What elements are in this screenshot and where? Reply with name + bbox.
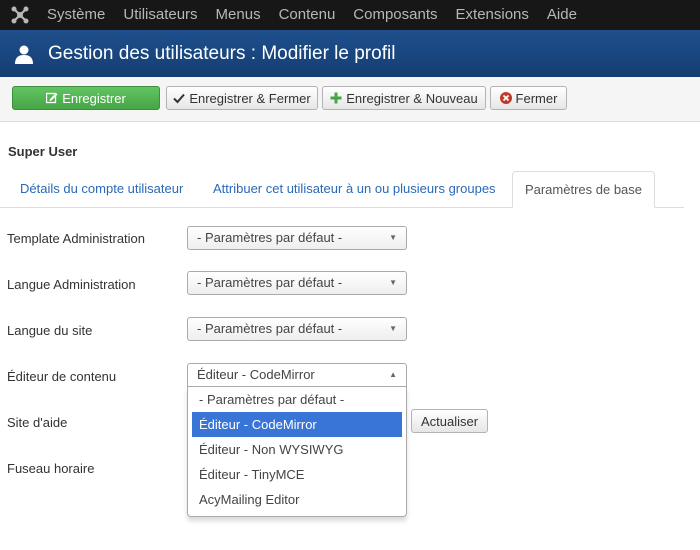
plus-icon xyxy=(330,92,342,104)
editor-value: Éditeur - CodeMirror xyxy=(197,367,315,382)
page-title: Gestion des utilisateurs : Modifier le p… xyxy=(48,42,396,64)
menu-aide[interactable]: Aide xyxy=(547,0,577,30)
editor-option[interactable]: Éditeur - Non WYSIWYG xyxy=(192,437,402,462)
update-button[interactable]: Actualiser xyxy=(411,409,488,433)
admin-language-label: Langue Administration xyxy=(7,277,136,292)
tab-basic-settings[interactable]: Paramètres de base xyxy=(512,171,655,208)
menu-composants[interactable]: Composants xyxy=(353,0,437,30)
tab-assign-groups[interactable]: Attribuer cet utilisateur à un ou plusie… xyxy=(213,171,496,207)
close-button-label: Fermer xyxy=(515,90,558,106)
editor-option[interactable]: AcyMailing Editor xyxy=(192,487,402,512)
caret-up-icon: ▲ xyxy=(389,370,397,379)
admin-language-value: - Paramètres par défaut - xyxy=(197,275,343,290)
section-title: Super User xyxy=(8,144,78,159)
caret-down-icon: ▼ xyxy=(389,278,397,287)
close-button[interactable]: Fermer xyxy=(490,86,567,110)
admin-template-label: Template Administration xyxy=(7,231,146,246)
help-site-label: Site d'aide xyxy=(7,415,68,430)
save-close-button[interactable]: Enregistrer & Fermer xyxy=(166,86,318,110)
save-new-button-label: Enregistrer & Nouveau xyxy=(346,90,478,106)
editor-option[interactable]: Éditeur - TinyMCE xyxy=(192,462,402,487)
caret-down-icon: ▼ xyxy=(389,233,397,242)
tab-bar: Détails du compte utilisateur Attribuer … xyxy=(0,171,684,208)
top-menu-bar: Système Utilisateurs Menus Contenu Compo… xyxy=(0,0,700,30)
admin-template-select[interactable]: - Paramètres par défaut - ▼ xyxy=(187,226,407,250)
joomla-logo-icon[interactable] xyxy=(0,0,40,30)
check-icon xyxy=(173,92,186,104)
admin-template-value: - Paramètres par défaut - xyxy=(197,230,343,245)
site-language-select[interactable]: - Paramètres par défaut - ▼ xyxy=(187,317,407,341)
menu-contenu[interactable]: Contenu xyxy=(279,0,336,30)
save-close-button-label: Enregistrer & Fermer xyxy=(189,90,311,106)
page-header: Gestion des utilisateurs : Modifier le p… xyxy=(0,30,700,77)
save-button-label: Enregistrer xyxy=(62,90,126,106)
site-language-value: - Paramètres par défaut - xyxy=(197,321,343,336)
tab-account-details[interactable]: Détails du compte utilisateur xyxy=(20,171,183,207)
caret-down-icon: ▼ xyxy=(389,324,397,333)
menu-utilisateurs[interactable]: Utilisateurs xyxy=(123,0,197,30)
edit-icon xyxy=(46,92,58,104)
close-icon xyxy=(499,92,512,104)
site-language-label: Langue du site xyxy=(7,323,93,338)
save-new-button[interactable]: Enregistrer & Nouveau xyxy=(322,86,486,110)
admin-language-select[interactable]: - Paramètres par défaut - ▼ xyxy=(187,271,407,295)
editor-option-selected[interactable]: Éditeur - CodeMirror xyxy=(192,412,402,437)
user-icon xyxy=(0,30,48,77)
menu-extensions[interactable]: Extensions xyxy=(456,0,529,30)
timezone-label: Fuseau horaire xyxy=(7,461,95,476)
save-button[interactable]: Enregistrer xyxy=(12,86,160,110)
editor-dropdown-list: - Paramètres par défaut - Éditeur - Code… xyxy=(187,387,407,517)
toolbar: Enregistrer Enregistrer & Fermer Enregis… xyxy=(0,77,700,122)
editor-label: Éditeur de contenu xyxy=(7,369,117,384)
editor-select[interactable]: Éditeur - CodeMirror ▲ xyxy=(187,363,407,387)
menu-systeme[interactable]: Système xyxy=(47,0,105,30)
editor-option[interactable]: - Paramètres par défaut - xyxy=(192,387,402,412)
menu-menus[interactable]: Menus xyxy=(216,0,261,30)
